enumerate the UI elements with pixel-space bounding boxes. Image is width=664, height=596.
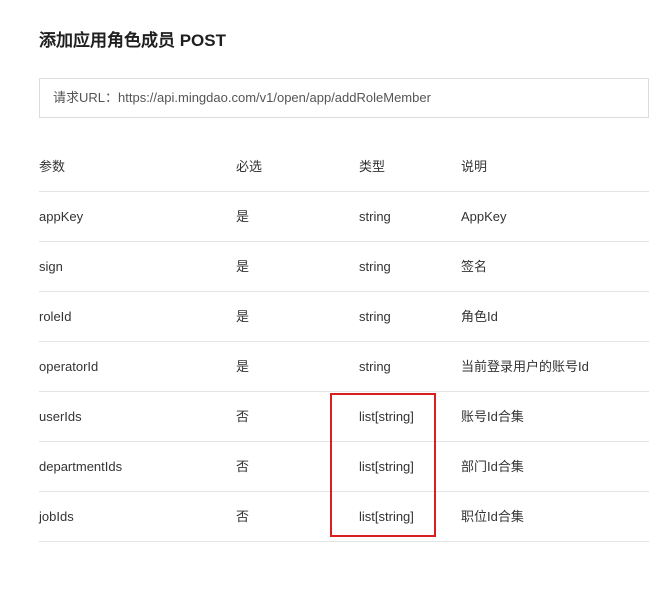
table-row: sign 是 string 签名 <box>39 242 649 292</box>
param-description: 角色Id <box>461 309 498 324</box>
header-param: 参数 <box>39 159 66 174</box>
table-row: appKey 是 string AppKey <box>39 192 649 242</box>
header-required: 必选 <box>236 159 263 174</box>
param-description: 部门Id合集 <box>461 459 524 474</box>
param-required: 否 <box>236 459 250 474</box>
param-required: 是 <box>236 209 250 224</box>
param-description: 当前登录用户的账号Id <box>461 359 589 374</box>
param-type: string <box>359 259 391 274</box>
param-required: 是 <box>236 259 250 274</box>
param-description: 签名 <box>461 259 488 274</box>
param-name: appKey <box>39 209 84 224</box>
param-name: sign <box>39 259 63 274</box>
table-header-row: 参数 必选 类型 说明 <box>39 142 649 192</box>
table-row: roleId 是 string 角色Id <box>39 292 649 342</box>
param-required: 否 <box>236 409 250 424</box>
param-required: 是 <box>236 309 250 324</box>
param-description: 账号Id合集 <box>461 409 524 424</box>
header-description: 说明 <box>461 159 488 174</box>
param-name: jobIds <box>39 509 74 524</box>
param-name: departmentIds <box>39 459 123 474</box>
param-name: roleId <box>39 309 72 324</box>
param-description: AppKey <box>461 209 507 224</box>
param-name: userIds <box>39 409 82 424</box>
param-type: string <box>359 209 391 224</box>
page-title: 添加应用角色成员 POST <box>39 31 227 50</box>
table-row: operatorId 是 string 当前登录用户的账号Id <box>39 342 649 392</box>
param-type: string <box>359 309 391 324</box>
param-required: 是 <box>236 359 250 374</box>
param-required: 否 <box>236 509 250 524</box>
request-url-text: 请求URL：https://api.mingdao.com/v1/open/ap… <box>53 90 431 105</box>
param-name: operatorId <box>39 359 99 374</box>
param-type: string <box>359 359 391 374</box>
request-url-box: 请求URL：https://api.mingdao.com/v1/open/ap… <box>39 78 649 118</box>
header-type: 类型 <box>359 159 386 174</box>
param-description: 职位Id合集 <box>461 509 524 524</box>
type-highlight-box <box>330 393 436 537</box>
